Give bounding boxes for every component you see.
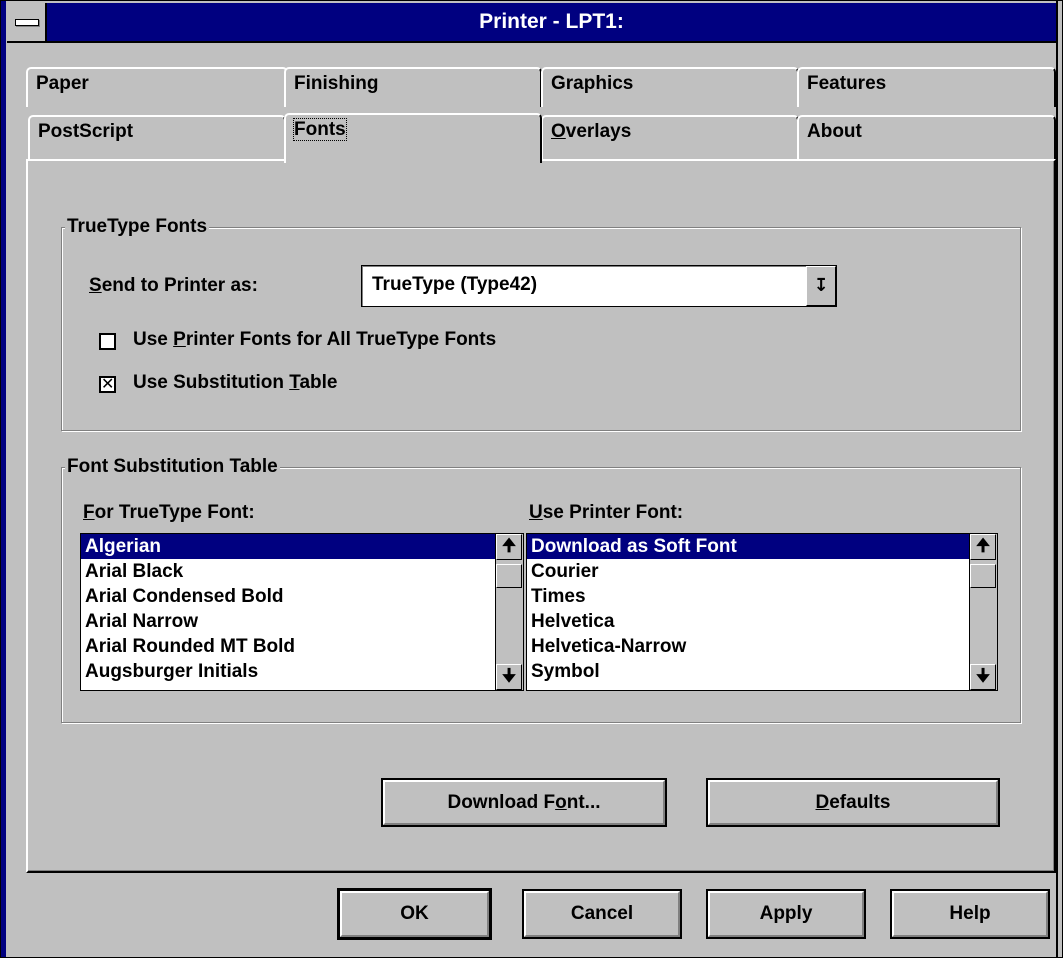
- window-title: Printer - LPT1:: [479, 10, 624, 33]
- printer-font-rows: Download as Soft Font Courier Times Helveti…: [527, 534, 969, 684]
- tab-overlays-rest: verlays: [565, 121, 632, 142]
- use-printer-fonts-mnemonic: P: [173, 329, 186, 350]
- scroll-thumb[interactable]: [970, 564, 996, 588]
- download-font-button[interactable]: Download Font...: [381, 778, 667, 827]
- tab-overlays-mnemonic: O: [551, 121, 566, 142]
- list-item[interactable]: Helvetica: [527, 609, 969, 634]
- list-item[interactable]: Arial Rounded MT Bold: [81, 634, 495, 659]
- defaults-label: Defaults: [816, 792, 891, 813]
- tab-finishing-label: Finishing: [294, 73, 379, 94]
- for-truetype-font-mnemonic: F: [83, 502, 95, 523]
- tab-fonts[interactable]: Fonts: [284, 113, 542, 163]
- system-menu-icon[interactable]: [7, 3, 47, 41]
- use-printer-font-rest: se Printer Font:: [542, 502, 684, 523]
- tab-paper[interactable]: Paper: [26, 67, 288, 107]
- window-frame-left: [1, 1, 6, 957]
- defaults-rest: efaults: [829, 792, 891, 813]
- ok-button[interactable]: OK: [337, 888, 492, 940]
- for-truetype-font-label: For TrueType Font:: [83, 502, 255, 524]
- truetype-font-list[interactable]: Algerian Arial Black Arial Condensed Bold A…: [80, 533, 524, 691]
- cancel-label: Cancel: [570, 903, 634, 924]
- defaults-button[interactable]: Defaults: [706, 778, 1000, 827]
- list-item[interactable]: Arial Black: [81, 559, 495, 584]
- tab-fonts-label: Fonts: [293, 118, 347, 141]
- scroll-down-arrow-icon[interactable]: 🠋: [970, 664, 996, 690]
- cancel-button[interactable]: Cancel: [522, 889, 682, 939]
- use-substitution-table-b: able: [299, 372, 338, 393]
- tab-overlays-label: Overlays: [551, 121, 631, 142]
- scroll-up-arrow-icon[interactable]: 🠉: [496, 534, 522, 560]
- list-item[interactable]: Arial Narrow: [81, 609, 495, 634]
- help-label: Help: [949, 903, 991, 924]
- tab-features-label: Features: [807, 73, 887, 94]
- use-printer-fonts-label: Use Printer Fonts for All TrueType Fonts: [133, 329, 496, 351]
- dropdown-arrow-icon[interactable]: ↧: [806, 266, 836, 306]
- scroll-thumb[interactable]: [496, 564, 522, 588]
- scroll-up-arrow-icon[interactable]: 🠉: [970, 534, 996, 560]
- send-to-printer-value: TrueType (Type42): [372, 274, 538, 295]
- truetype-font-rows: Algerian Arial Black Arial Condensed Bold A…: [81, 534, 495, 684]
- use-substitution-table-checkbox[interactable]: ✕: [99, 376, 116, 393]
- send-to-printer-label: Send to Printer as:: [89, 275, 258, 297]
- download-font-mnemonic: o: [555, 792, 567, 813]
- apply-label: Apply: [759, 903, 813, 924]
- use-substitution-table-label: Use Substitution Table: [133, 372, 337, 394]
- send-to-printer-mnemonic: S: [89, 275, 102, 296]
- scroll-down-arrow-icon[interactable]: 🠋: [496, 664, 522, 690]
- list-item[interactable]: Symbol: [527, 659, 969, 684]
- printer-dialog: Printer - LPT1: Paper Finishing Graphics…: [0, 0, 1063, 958]
- use-substitution-table-a: Use Substitution: [133, 372, 290, 393]
- ok-label: OK: [400, 903, 429, 924]
- tab-graphics-label: Graphics: [551, 73, 634, 94]
- list-item[interactable]: Arial Condensed Bold: [81, 584, 495, 609]
- list-item[interactable]: Augsburger Initials: [81, 659, 495, 684]
- download-font-label: Download Font...: [447, 792, 600, 813]
- send-to-printer-select[interactable]: TrueType (Type42) ↧: [361, 265, 837, 307]
- truetype-fonts-group-label: TrueType Fonts: [65, 216, 210, 238]
- title-bar[interactable]: Printer - LPT1:: [7, 3, 1056, 43]
- list-item[interactable]: Helvetica-Narrow: [527, 634, 969, 659]
- tab-features[interactable]: Features: [797, 67, 1056, 107]
- send-to-printer-rest: end to Printer as:: [101, 275, 258, 296]
- download-font-b: nt...: [566, 792, 601, 813]
- truetype-font-scrollbar[interactable]: 🠉 🠋: [495, 534, 523, 690]
- printer-font-scrollbar[interactable]: 🠉 🠋: [969, 534, 997, 690]
- tab-about[interactable]: About: [797, 115, 1056, 159]
- use-printer-font-mnemonic: U: [529, 502, 543, 523]
- tab-graphics[interactable]: Graphics: [541, 67, 799, 107]
- download-font-a: Download F: [447, 792, 556, 813]
- use-printer-fonts-a: Use: [133, 329, 174, 350]
- use-printer-fonts-checkbox[interactable]: [99, 333, 116, 350]
- list-item[interactable]: Download as Soft Font: [527, 534, 969, 559]
- apply-button[interactable]: Apply: [706, 889, 866, 939]
- tab-overlays[interactable]: Overlays: [541, 115, 799, 159]
- font-substitution-group-label: Font Substitution Table: [65, 456, 280, 478]
- tab-postscript-label: PostScript: [38, 121, 134, 142]
- list-item[interactable]: Algerian: [81, 534, 495, 559]
- for-truetype-font-rest: or TrueType Font:: [94, 502, 255, 523]
- printer-font-list[interactable]: Download as Soft Font Courier Times Helveti…: [526, 533, 998, 691]
- list-item[interactable]: Courier: [527, 559, 969, 584]
- help-button[interactable]: Help: [890, 889, 1050, 939]
- use-substitution-table-mnemonic: T: [289, 372, 300, 393]
- tab-finishing[interactable]: Finishing: [284, 67, 542, 107]
- tab-postscript[interactable]: PostScript: [28, 115, 286, 159]
- window-frame-right: [1056, 1, 1062, 957]
- tab-about-label: About: [807, 121, 862, 142]
- tab-paper-label: Paper: [36, 73, 89, 94]
- defaults-mnemonic: D: [815, 792, 830, 813]
- list-item[interactable]: Times: [527, 584, 969, 609]
- use-printer-font-label: Use Printer Font:: [529, 502, 683, 524]
- use-printer-fonts-b: rinter Fonts for All TrueType Fonts: [185, 329, 497, 350]
